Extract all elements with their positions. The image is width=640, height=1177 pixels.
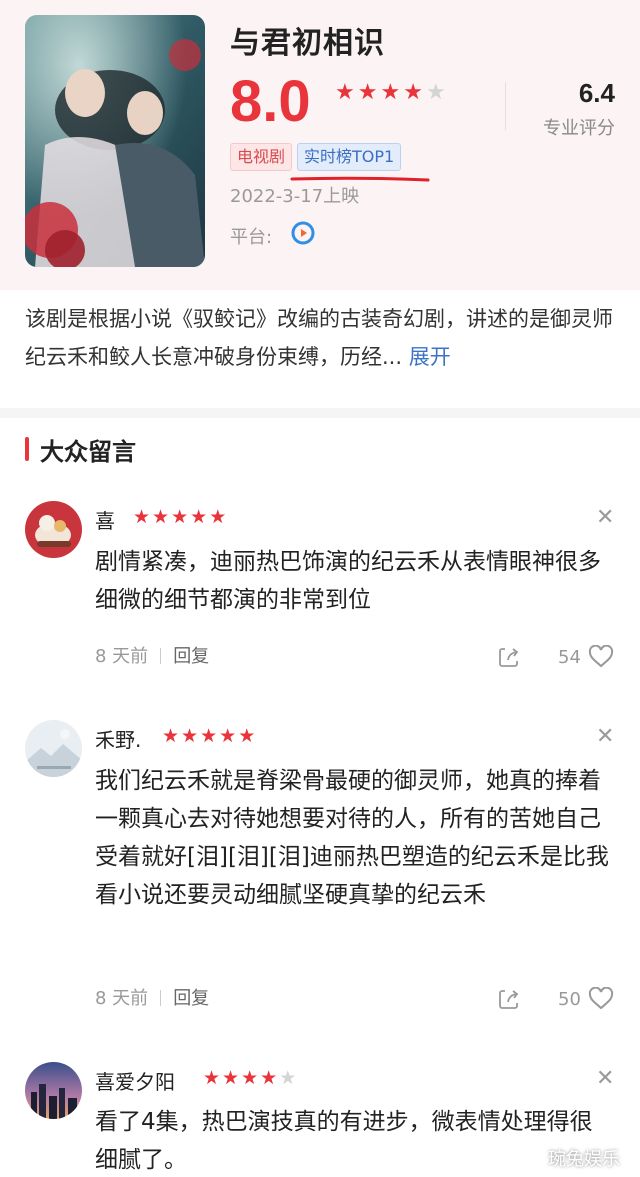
star-empty-icon: ★ bbox=[425, 80, 446, 105]
comment-stars: ★ ★ ★ ★ ★ bbox=[203, 1069, 296, 1088]
star-icon: ★ bbox=[209, 506, 227, 528]
drama-poster[interactable] bbox=[25, 15, 205, 267]
comment-text: 剧情紧凑，迪丽热巴饰演的纪云禾从表情眼神很多细微的细节都演的非常到位 bbox=[95, 549, 601, 613]
star-icon: ★ bbox=[133, 506, 151, 528]
pro-score-label: 专业评分 bbox=[543, 118, 615, 139]
comment-time: 8 天前 bbox=[95, 988, 149, 1009]
star-icon: ★ bbox=[181, 725, 199, 747]
star-icon: ★ bbox=[162, 725, 180, 747]
reply-button[interactable]: 回复 bbox=[173, 988, 209, 1009]
star-icon: ★ bbox=[380, 80, 401, 105]
comment-meta: 8 天前 回复 bbox=[95, 984, 209, 1010]
star-icon: ★ bbox=[222, 1067, 240, 1089]
rating-stars: ★ ★ ★ ★ ★ bbox=[335, 82, 446, 104]
close-icon[interactable]: ✕ bbox=[596, 505, 614, 530]
close-icon[interactable]: ✕ bbox=[596, 1066, 614, 1091]
comment-text: 看了4集，热巴演技真的有进步，微表情处理得很细腻了。 bbox=[95, 1109, 593, 1173]
comment-text: 我们纪云禾就是脊梁骨最硬的御灵师，她真的捧着一颗真心去对待她想要对待的人，所有的… bbox=[95, 768, 609, 908]
reply-button[interactable]: 回复 bbox=[173, 646, 209, 667]
expand-link[interactable]: 展开 bbox=[409, 345, 451, 369]
star-icon: ★ bbox=[260, 1067, 278, 1089]
genre-tag[interactable]: 电视剧 bbox=[230, 143, 293, 171]
rank-tag[interactable]: 实时榜TOP1 bbox=[297, 143, 402, 171]
intro-body: 该剧是根据小说《驭鲛记》改编的古装奇幻剧，讲述的是御灵师纪云禾和鲛人长意冲破身份… bbox=[25, 307, 613, 369]
share-icon[interactable] bbox=[497, 645, 521, 669]
star-icon: ★ bbox=[203, 1067, 221, 1089]
comment-username: 禾野. bbox=[95, 728, 142, 752]
star-icon: ★ bbox=[335, 80, 355, 105]
share-icon[interactable] bbox=[497, 987, 521, 1011]
star-icon: ★ bbox=[190, 506, 208, 528]
drama-header: 与君初相识 8.0 ★ ★ ★ ★ ★ 6.4 专业评分 电视剧 实时榜TOP1… bbox=[0, 0, 640, 290]
rating-score: 8.0 bbox=[230, 69, 311, 134]
comment-stars: ★ ★ ★ ★ ★ bbox=[162, 727, 255, 746]
star-icon: ★ bbox=[200, 725, 218, 747]
drama-title: 与君初相识 bbox=[230, 26, 385, 61]
play-icon[interactable] bbox=[291, 221, 315, 245]
section-accent-bar bbox=[25, 437, 29, 461]
comment-username: 喜 bbox=[95, 509, 115, 533]
avatar[interactable] bbox=[25, 720, 82, 777]
like-count: 50 bbox=[558, 989, 581, 1010]
star-icon: ★ bbox=[241, 1067, 259, 1089]
star-empty-icon: ★ bbox=[279, 1067, 297, 1089]
comment-stars: ★ ★ ★ ★ ★ bbox=[133, 508, 226, 527]
pro-score: 6.4 bbox=[578, 78, 615, 108]
close-icon[interactable]: ✕ bbox=[596, 724, 614, 749]
star-icon: ★ bbox=[403, 80, 423, 105]
section-gap bbox=[0, 408, 640, 418]
divider bbox=[505, 82, 506, 130]
star-icon: ★ bbox=[171, 506, 189, 528]
comment-username: 喜爱夕阳 bbox=[95, 1070, 175, 1094]
comment-meta: 8 天前 回复 bbox=[95, 642, 209, 668]
heart-icon[interactable] bbox=[588, 645, 614, 669]
release-date: 2022-3-17上映 bbox=[230, 186, 360, 207]
watermark-logo: 琬兔娱乐 bbox=[548, 1149, 620, 1170]
star-icon: ★ bbox=[152, 506, 170, 528]
section-title: 大众留言 bbox=[40, 438, 136, 466]
avatar[interactable] bbox=[25, 1062, 82, 1119]
intro-text: 该剧是根据小说《驭鲛记》改编的古装奇幻剧，讲述的是御灵师纪云禾和鲛人长意冲破身份… bbox=[25, 300, 615, 376]
star-icon: ★ bbox=[357, 80, 378, 105]
heart-icon[interactable] bbox=[588, 987, 614, 1011]
star-icon: ★ bbox=[238, 725, 256, 747]
comment-time: 8 天前 bbox=[95, 646, 149, 667]
platform-label: 平台: bbox=[230, 227, 273, 248]
star-icon: ★ bbox=[219, 725, 237, 747]
like-count: 54 bbox=[558, 647, 581, 668]
avatar[interactable] bbox=[25, 501, 82, 558]
